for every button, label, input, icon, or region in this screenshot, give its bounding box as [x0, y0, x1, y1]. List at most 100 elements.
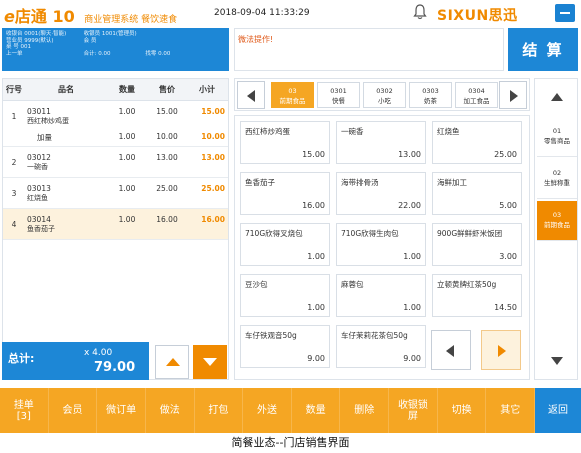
action-button[interactable]: 返回: [535, 388, 581, 433]
side-category[interactable]: 01 零售商品: [537, 117, 577, 157]
product-tile[interactable]: 车仔茉莉花茶包50g 9.00: [336, 325, 426, 368]
side-category[interactable]: 02 生鲜称重: [537, 159, 577, 199]
row-name-cell: 03013 红烧鱼: [25, 184, 107, 208]
order-row[interactable]: 3 03013 红烧鱼 1.00 25.00 25.00: [3, 178, 228, 209]
product-tile[interactable]: 鱼香茄子 16.00: [240, 172, 330, 215]
product-price: 9.00: [307, 354, 325, 363]
row-qty: 1.00: [118, 215, 136, 224]
row-qty: 1.00: [118, 153, 136, 162]
top-bar: e店通 10 商业管理系统 餐饮速食 2018-09-04 11:33:29 S…: [0, 0, 581, 27]
category-scroll-down-button[interactable]: [537, 345, 577, 377]
row-price: 16.00: [156, 215, 178, 224]
row-subtotal: 25.00: [201, 184, 225, 193]
product-name: 红烧鱼: [437, 127, 460, 136]
category-scroll-up-button[interactable]: [537, 81, 577, 113]
item-grid: 西红柿炒鸡蛋 15.00 一碗香 13.00 红烧鱼 25.00 鱼香茄子 16.00 海带排骨…: [234, 115, 530, 380]
category-tab[interactable]: 0303 奶茶: [409, 82, 452, 108]
order-header: 行号 品名 数量 售价 小计: [3, 79, 228, 101]
bell-icon[interactable]: [413, 4, 427, 20]
row-number: 4: [11, 220, 17, 229]
product-price: 1.00: [307, 303, 325, 312]
grid-next-page-button[interactable]: [481, 330, 521, 370]
checkout-button[interactable]: 结 算: [508, 28, 578, 71]
product-tile[interactable]: 海带排骨汤 22.00: [336, 172, 426, 215]
header-subtotal: 小计: [199, 85, 215, 94]
item-name: 鱼香茄子: [27, 225, 55, 233]
scroll-up-button[interactable]: [155, 345, 189, 379]
action-button[interactable]: 会员: [49, 388, 98, 433]
category-tab[interactable]: 0301 快餐: [317, 82, 360, 108]
item-code: 03011: [27, 107, 51, 116]
product-price: 14.50: [494, 303, 517, 312]
product-price: 22.00: [398, 201, 421, 210]
product-name: 麻蓉包: [341, 280, 364, 289]
product-name: 西红柿炒鸡蛋: [245, 127, 290, 136]
action-bar: 挂单 [3] 会员 微订单 做法 打包 外送 数量 删除 收银锁 屏切换 其它 返回: [0, 388, 581, 433]
category-name: 前期食品: [279, 97, 306, 105]
row-subtotal: 13.00: [201, 153, 225, 162]
item-code: 03013: [27, 184, 51, 193]
order-list: 行号 品名 数量 售价 小计 1 03011 西红柿炒鸡蛋 1.00 15.00 15.0…: [2, 78, 229, 380]
product-tile[interactable]: 一碗香 13.00: [336, 121, 426, 164]
grid-prev-page-button[interactable]: [431, 330, 471, 370]
product-tile[interactable]: 710G欣得生肉包 1.00: [336, 223, 426, 266]
product-tile[interactable]: 车仔铁观音50g 9.00: [240, 325, 330, 368]
action-button[interactable]: 微订单: [97, 388, 146, 433]
product-tile[interactable]: 红烧鱼 25.00: [432, 121, 522, 164]
side-category-name: 生鲜称重: [544, 179, 570, 187]
action-button[interactable]: 挂单 [3]: [0, 388, 49, 433]
order-row[interactable]: 4 03014 鱼香茄子 1.00 16.00 16.00: [3, 209, 228, 240]
logo-subtitle: 商业管理系统 餐饮速食: [84, 15, 178, 25]
category-next-button[interactable]: [499, 81, 527, 109]
item-name: 红烧鱼: [27, 194, 48, 202]
category-code: 03: [288, 87, 297, 95]
product-price: 25.00: [494, 150, 517, 159]
product-tile[interactable]: 立顿黄牌红茶50g 14.50: [432, 274, 522, 317]
action-button[interactable]: 做法: [146, 388, 195, 433]
category-prev-button[interactable]: [237, 81, 265, 109]
product-tile[interactable]: 海鲜加工 5.00: [432, 172, 522, 215]
order-row[interactable]: 2 03012 一碗香 1.00 13.00 13.00: [3, 147, 228, 178]
header-name: 品名: [58, 85, 74, 94]
row-name-cell: 03014 鱼香茄子: [25, 215, 107, 239]
action-button[interactable]: 数量: [292, 388, 341, 433]
scroll-down-button[interactable]: [193, 345, 227, 379]
product-price: 15.00: [302, 150, 325, 159]
row-qty: 1.00: [118, 184, 136, 193]
product-name: 900G鲜鲜虾米饭团: [437, 229, 503, 238]
product-name: 一碗香: [341, 127, 364, 136]
product-tile[interactable]: 710G欣得叉烧包 1.00: [240, 223, 330, 266]
action-button[interactable]: 外送: [243, 388, 292, 433]
action-button[interactable]: 其它: [486, 388, 536, 433]
product-tile[interactable]: 900G鲜鲜虾米饭团 3.00: [432, 223, 522, 266]
order-row[interactable]: 1 03011 西红柿炒鸡蛋 1.00 15.00 15.00 加量 1.00 10.00 10.…: [3, 101, 228, 147]
product-tile[interactable]: 豆沙包 1.00: [240, 274, 330, 317]
side-category[interactable]: 03 前期食品: [537, 201, 577, 241]
header-price: 售价: [159, 85, 175, 94]
category-tab[interactable]: 0304 加工食品: [455, 82, 498, 108]
product-price: 1.00: [403, 303, 421, 312]
minimize-button[interactable]: [555, 4, 575, 22]
product-tile[interactable]: 西红柿炒鸡蛋 15.00: [240, 121, 330, 164]
product-name: 710G欣得生肉包: [341, 229, 399, 238]
side-category-code: 03: [552, 211, 562, 219]
side-category-code: 01: [552, 127, 562, 135]
category-tab[interactable]: 03 前期食品: [271, 82, 314, 108]
action-button[interactable]: 切换: [438, 388, 487, 433]
message-box: 微法提作!: [234, 28, 504, 71]
info-cell: [185, 51, 225, 58]
category-tab[interactable]: 0302 小吃: [363, 82, 406, 108]
product-tile[interactable]: 麻蓉包 1.00: [336, 274, 426, 317]
action-button[interactable]: 打包: [195, 388, 244, 433]
action-button[interactable]: 收银锁 屏: [389, 388, 438, 433]
row-number: 2: [11, 158, 17, 167]
product-price: 13.00: [398, 150, 421, 159]
product-price: 16.00: [302, 201, 325, 210]
total-count: x 4.00: [84, 348, 113, 358]
category-name: 小吃: [378, 97, 391, 105]
action-button[interactable]: 删除: [340, 388, 390, 433]
product-name: 710G欣得叉烧包: [245, 229, 303, 238]
category-name: 奶茶: [424, 97, 437, 105]
category-code: 0304: [468, 87, 485, 95]
modifier-line: 加量 1.00 10.00 10.00: [3, 132, 227, 143]
